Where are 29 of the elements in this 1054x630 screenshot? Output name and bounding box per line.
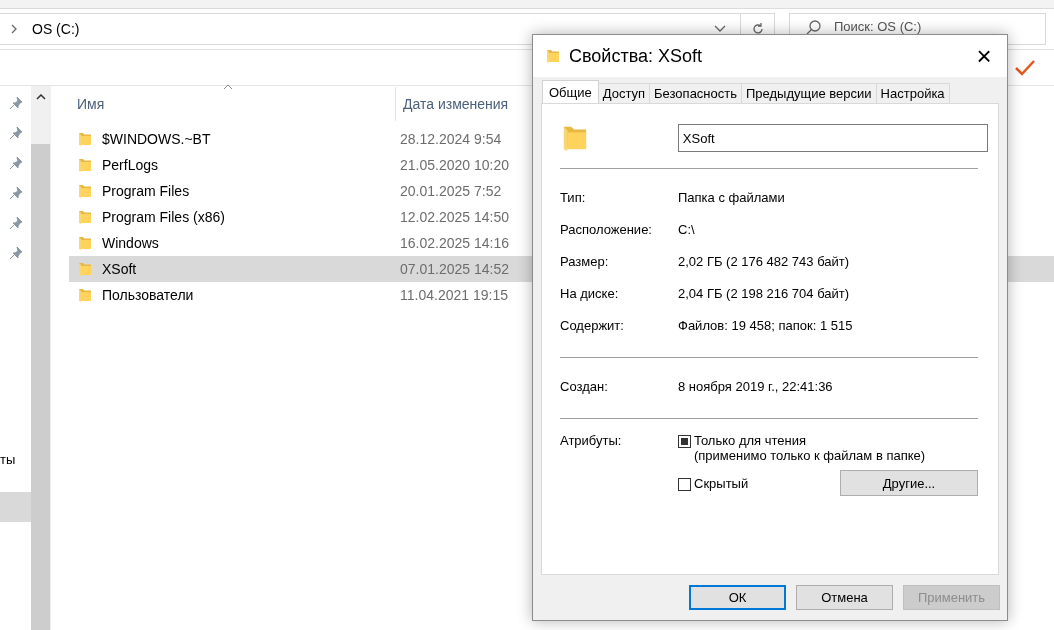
property-label: Размер: bbox=[560, 253, 610, 269]
file-name: Пользователи bbox=[102, 287, 195, 303]
file-date: 07.01.2025 14:52 bbox=[400, 261, 509, 277]
file-name: PerfLogs bbox=[102, 157, 160, 173]
property-label: На диске: bbox=[560, 285, 620, 301]
file-name: XSoft bbox=[102, 261, 138, 277]
file-name: Windows bbox=[102, 235, 160, 251]
file-date: 16.02.2025 14:16 bbox=[400, 235, 509, 251]
file-date: 21.05.2020 10:20 bbox=[400, 157, 509, 173]
property-label: Создан: bbox=[560, 378, 609, 394]
file-date: 12.02.2025 14:50 bbox=[400, 209, 509, 225]
property-value: C:\ bbox=[678, 221, 695, 237]
property-value: 8 ноября 2019 г., 22:41:36 bbox=[678, 378, 833, 394]
file-name: Program Files (x86) bbox=[102, 209, 226, 225]
property-label: Атрибуты: bbox=[560, 433, 623, 450]
file-date: 11.04.2021 19:15 bbox=[400, 287, 508, 303]
property-label: Содержит: bbox=[560, 317, 625, 333]
property-value: 2,04 ГБ (2 198 216 704 байт) bbox=[678, 285, 850, 301]
file-name: Program Files bbox=[102, 183, 191, 199]
file-date: 28.12.2024 9:54 bbox=[400, 131, 502, 147]
file-name: $WINDOWS.~BT bbox=[102, 131, 212, 147]
property-value: Файлов: 19 458; папок: 1 515 bbox=[678, 317, 853, 333]
property-value: Папка с файлами bbox=[678, 189, 785, 205]
window-title: Свойства: XSoft bbox=[569, 45, 704, 67]
checkbox-note: (применимо только к файлам в папке) bbox=[694, 448, 926, 463]
property-value: 2,02 ГБ (2 176 482 743 байт) bbox=[678, 253, 850, 269]
property-label: Расположение: bbox=[560, 221, 653, 237]
file-date: 20.01.2025 7:52 bbox=[400, 183, 502, 199]
property-label: Тип: bbox=[560, 189, 587, 205]
